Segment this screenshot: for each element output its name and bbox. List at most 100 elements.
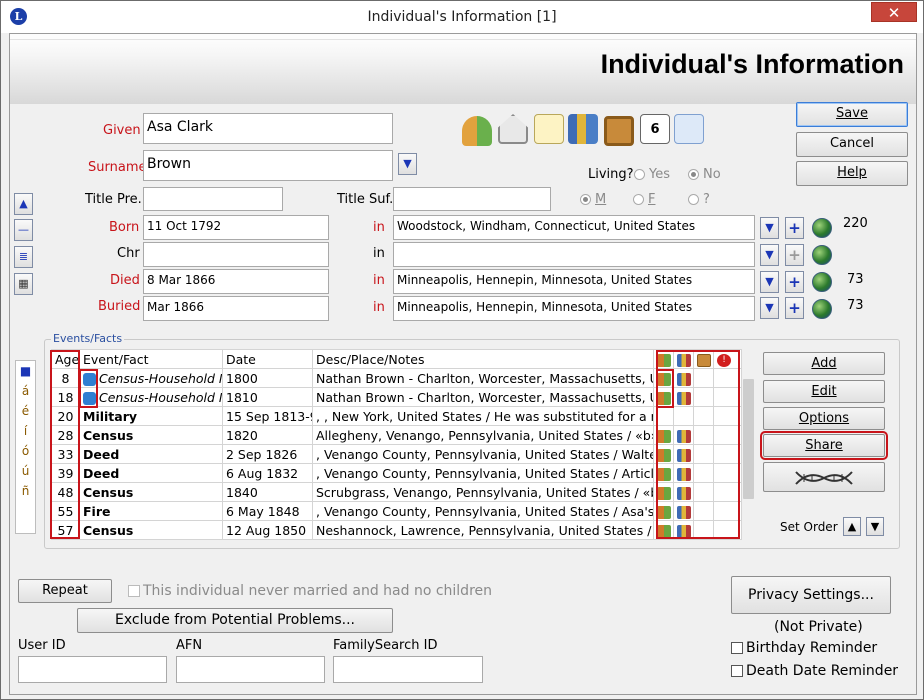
table-row[interactable]: 8Census-Household Me1800Nathan Brown - C… [51,368,742,388]
table-row[interactable]: 39 Deed 6 Aug 1832, Venango County, Pennsy… [51,463,742,483]
born-label: Born [109,220,140,235]
repeat-button[interactable]: Repeat [18,579,112,603]
died-globe-icon[interactable] [812,272,832,292]
born-date-field[interactable]: 11 Oct 1792 [143,215,329,240]
familysearch-id-field[interactable] [333,656,483,683]
todo-icon[interactable] [674,114,704,144]
died-dropdown-button[interactable]: ▼ [760,271,779,293]
born-dropdown-button[interactable]: ▼ [760,217,779,239]
sex-male-radio[interactable]: M [580,192,606,207]
radio-selected-icon [688,169,699,180]
individual-button[interactable]: — [14,219,33,241]
event-cell: Fire [79,501,223,521]
cancel-button[interactable]: Cancel [796,132,908,157]
born-add-button[interactable]: + [785,217,804,239]
grid-button[interactable]: ▦ [14,273,33,295]
accent-i[interactable]: í [16,421,35,441]
chr-dropdown-button[interactable]: ▼ [760,244,779,266]
events-table[interactable]: Age Event/Fact Date Desc/Place/Notes ! 8… [51,349,742,540]
options-button[interactable]: Options [763,407,885,430]
checkbox-icon [128,585,140,597]
buried-date-field[interactable]: Mar 1866 [143,296,329,321]
edit-label: Edit [811,384,837,399]
help-button[interactable]: Help [796,161,908,186]
chr-add-button[interactable]: + [785,244,804,266]
table-row[interactable]: 55 Fire 6 May 1848, Venango County, Pennsy… [51,501,742,521]
buried-place-field[interactable]: Minneapolis, Hennepin, Minnesota, United… [393,296,755,321]
birthday-reminder-checkbox[interactable]: Birthday Reminder [731,640,877,656]
died-date-field[interactable]: 8 Mar 1866 [143,269,329,294]
buried-globe-icon[interactable] [812,299,832,319]
title-suffix-field[interactable] [393,187,551,211]
born-globe-icon[interactable] [812,218,832,238]
add-event-button[interactable]: Add [763,352,885,375]
close-button[interactable]: ✕ [871,2,917,22]
chr-place-field[interactable] [393,242,755,267]
table-row[interactable]: 18Census-Household Me1810Nathan Brown - … [51,387,742,407]
given-name-field[interactable]: Asa Clark [143,113,393,144]
sex-unknown-radio[interactable]: ? [688,192,710,207]
dna-button[interactable] [763,462,885,492]
column-header-desc[interactable]: Desc/Place/Notes [312,349,654,369]
accent-e[interactable]: é [16,401,35,421]
accent-a[interactable]: á [16,381,35,401]
family-list-button[interactable]: ≣ [14,246,33,268]
calendar-icon[interactable]: 6 [640,114,670,144]
edit-event-button[interactable]: Edit [763,380,885,403]
desc-cell: Nathan Brown - Charlton, Worcester, Mass… [312,387,654,407]
help-label: Help [837,165,867,180]
move-up-button[interactable]: ▲ [843,517,861,536]
desc-cell: Neshannock, Lawrence, Pennsylvania, Unit… [312,520,654,540]
accent-bar-icon[interactable]: ■ [16,361,35,381]
surname-label: Surname [88,160,147,175]
buried-add-button[interactable]: + [785,297,804,319]
chr-label: Chr [117,246,140,261]
sex-female-radio[interactable]: F [633,192,655,207]
events-scrollbar[interactable] [741,349,755,539]
died-add-button[interactable]: + [785,271,804,293]
accent-u[interactable]: ú [16,461,35,481]
save-button[interactable]: Save [796,102,908,127]
table-row[interactable]: 20Military15 Sep 1813-9 M, , New York, U… [51,406,742,426]
accent-n[interactable]: ñ [16,481,35,501]
event-cell: Deed [79,444,223,464]
chr-globe-icon[interactable] [812,245,832,265]
table-row[interactable]: 48 Census 1840 Scrubgrass, Venango, Pennsyl… [51,482,742,502]
user-id-field[interactable] [18,656,167,683]
previous-person-button[interactable]: ▲ [14,193,33,215]
address-icon[interactable] [498,114,528,144]
living-no-radio[interactable]: No [688,167,721,182]
table-row[interactable]: 57 Census 12 Aug 1850 Neshannock, Lawrence,… [51,520,742,540]
table-row[interactable]: 28 Census 1820 Allegheny, Venango, Pennsylv… [51,425,742,445]
surname-dropdown-button[interactable]: ▼ [398,153,417,175]
family-icon[interactable] [462,116,492,146]
never-married-checkbox[interactable]: This individual never married and had no… [128,583,492,599]
afn-field[interactable] [176,656,325,683]
share-button[interactable]: Share [760,431,888,460]
notes-icon[interactable] [534,114,564,144]
privacy-settings-button[interactable]: Privacy Settings... [731,576,891,614]
buried-dropdown-button[interactable]: ▼ [760,297,779,319]
born-place-field[interactable]: Woodstock, Windham, Connecticut, United … [393,215,755,240]
died-place-field[interactable]: Minneapolis, Hennepin, Minnesota, United… [393,269,755,294]
library-icon[interactable] [568,114,598,144]
shared-icons-highlight [79,369,98,408]
event-cell: Census-Household Me [79,387,223,407]
desc-cell: Scrubgrass, Venango, Pennsylvania, Unite… [312,482,654,502]
column-header-date[interactable]: Date [222,349,313,369]
media-icon[interactable] [604,116,634,146]
table-row[interactable]: 33 Deed 2 Sep 1826, Venango County, Pennsy… [51,444,742,464]
scrollbar-thumb[interactable] [743,379,754,499]
exclude-problems-button[interactable]: Exclude from Potential Problems... [77,608,393,633]
death-reminder-checkbox[interactable]: Death Date Reminder [731,663,898,679]
living-yes-radio[interactable]: Yes [634,167,670,182]
accent-o[interactable]: ó [16,441,35,461]
column-header-event[interactable]: Event/Fact [79,349,223,369]
surname-field[interactable]: Brown [143,150,393,181]
title-prefix-field[interactable] [143,187,283,211]
options-label: Options [798,411,850,426]
died-label: Died [110,273,140,288]
died-in-label: in [373,273,385,288]
chr-date-field[interactable] [143,242,329,267]
move-down-button[interactable]: ▼ [866,517,884,536]
